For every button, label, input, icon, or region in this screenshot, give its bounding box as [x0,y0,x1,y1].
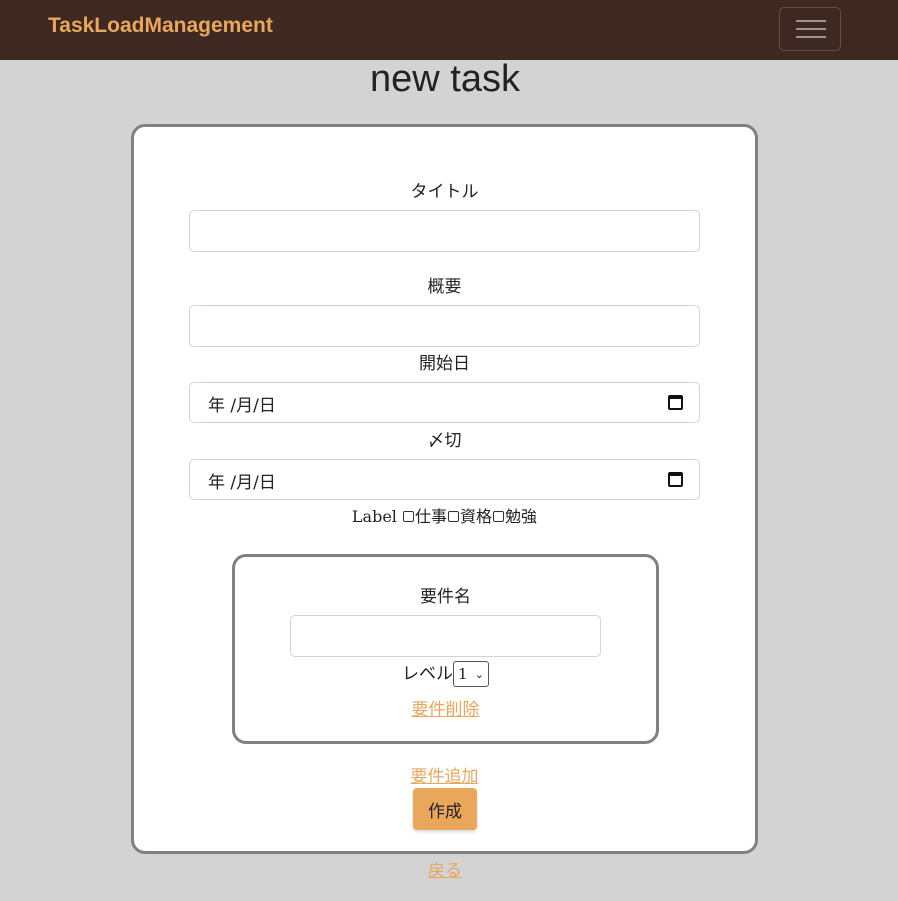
label-checkbox-study[interactable] [493,510,505,522]
brand-link[interactable]: TaskLoadManagement [48,14,273,38]
back-link[interactable]: 戻る [428,861,462,881]
label-prefix: Label [351,507,397,526]
add-requirement-link[interactable]: 要件追加 [411,767,479,787]
label-option-study: 勉強 [505,507,538,526]
deadline-label: 〆切 [427,431,462,451]
level-row: レベル 1 ⌄ [235,659,656,687]
summary-label: 概要 [427,277,462,297]
menu-toggle-button[interactable] [779,7,841,51]
summary-input[interactable] [189,305,700,347]
delete-requirement-link[interactable]: 要件削除 [412,700,480,720]
requirement-name-input[interactable] [290,615,601,657]
title-input[interactable] [189,210,700,252]
title-label: タイトル [410,182,479,202]
requirement-name-label: 要件名 [420,587,471,607]
deadline-input[interactable]: 年 /月/日 [189,459,700,500]
label-option-work: 仕事 [415,507,448,526]
label-checkbox-work[interactable] [403,510,415,522]
level-select[interactable]: 1 ⌄ [453,661,489,687]
level-value: 1 [458,665,468,683]
label-checkbox-qualification[interactable] [448,510,460,522]
start-date-label: 開始日 [419,354,470,374]
level-label: レベル [402,664,453,684]
start-date-input[interactable]: 年 /月/日 [189,382,700,423]
calendar-icon[interactable] [668,395,683,410]
requirement-box: 要件名 レベル 1 ⌄ 要件削除 [232,554,659,744]
calendar-icon[interactable] [668,472,683,487]
label-option-qualification: 資格 [460,507,493,526]
start-date-value: 年 /月/日 [208,396,276,416]
task-form-card: タイトル 概要 開始日 年 /月/日 〆切 年 /月/日 Label 仕事 資格勉… [131,124,758,854]
create-button[interactable]: 作成 [413,788,477,830]
label-checkbox-row: Label 仕事 資格 勉強 [134,503,755,527]
page-title: new task [370,58,520,100]
deadline-value: 年 /月/日 [208,473,276,493]
navbar: TaskLoadManagement [0,0,898,60]
chevron-down-icon: ⌄ [474,668,484,681]
